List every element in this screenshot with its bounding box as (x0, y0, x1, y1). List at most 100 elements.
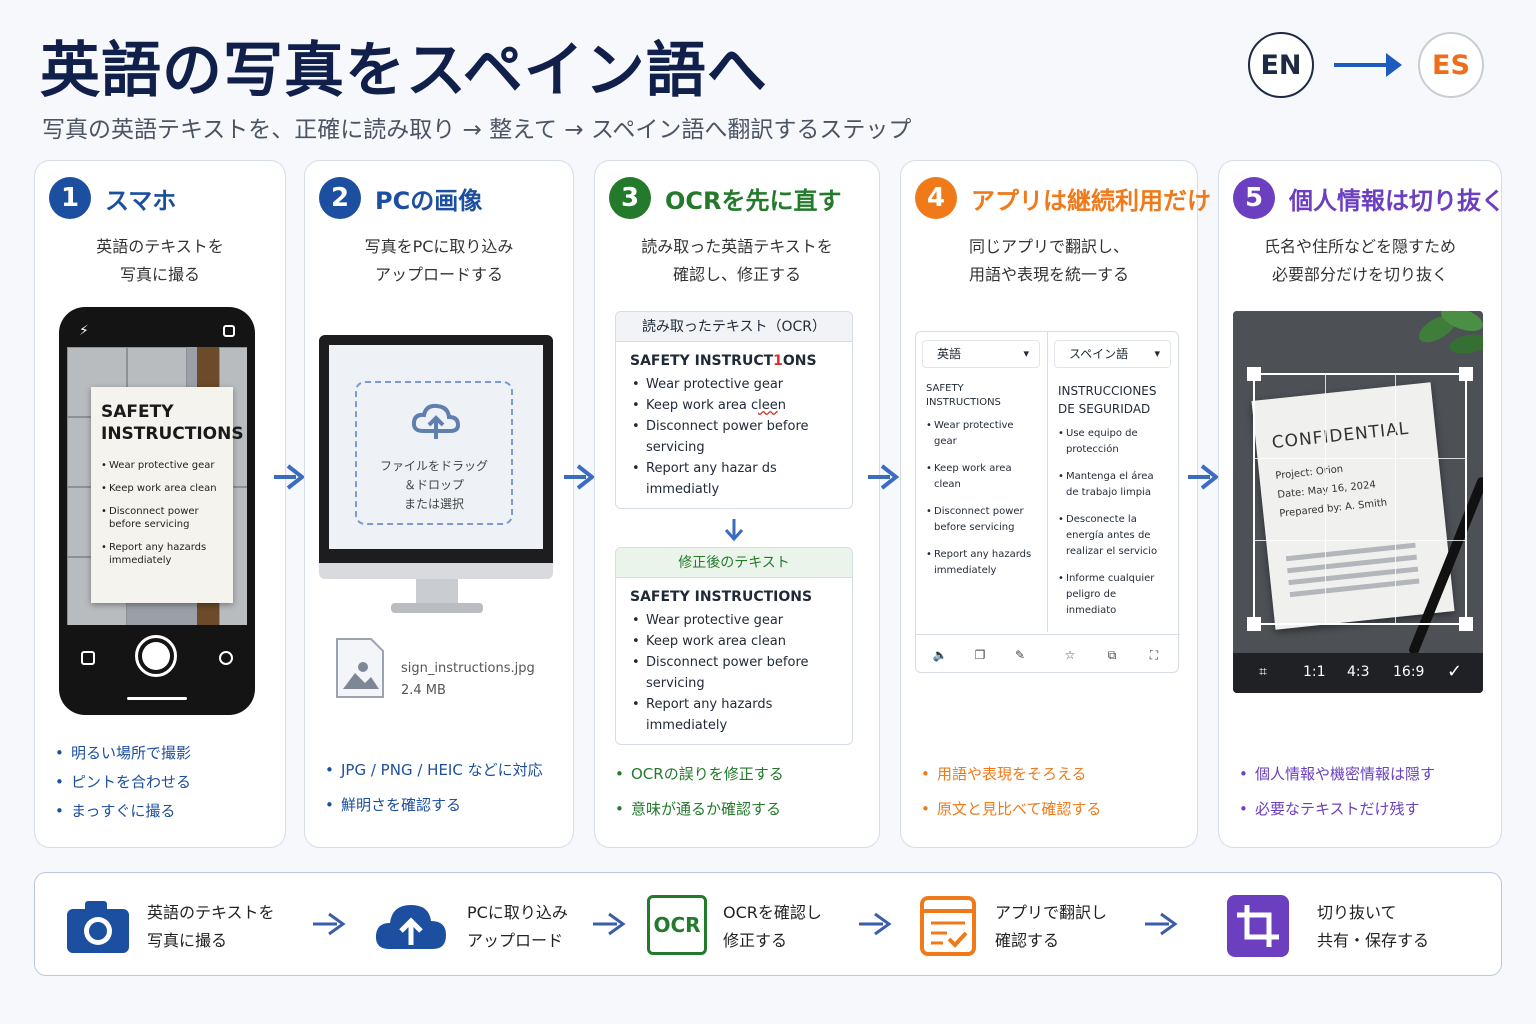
edit-icon[interactable]: ✎ (1012, 647, 1028, 663)
phone-mockup: ⚡ SAFETY INSTRUCTIONS Wear protective ge… (59, 307, 255, 715)
step-header: 4 アプリは継続利用だけ (915, 177, 1211, 219)
upload-screen: ファイルをドラッグ ＆ドロップ または選択 (329, 345, 543, 549)
uploaded-file[interactable]: sign_instructions.jpg 2.4 MB (335, 637, 545, 703)
step-tips: OCRの誤りを修正する 意味が通るか確認する (613, 757, 784, 827)
step-description: 同じアプリで翻訳し、 用語や表現を統一する (968, 237, 1129, 284)
flow-step-5-text: 切り抜いて 共有・保存する (1317, 903, 1430, 950)
arrow-right-icon (859, 912, 892, 936)
step-title: 個人情報は切り抜く (1289, 186, 1505, 215)
monitor-mockup: ファイルをドラッグ ＆ドロップ または選択 (319, 335, 553, 613)
copy-icon[interactable]: ❐ (972, 647, 988, 663)
step-number: 5 (1233, 177, 1275, 219)
crop-icon[interactable]: ⌗ (1259, 664, 1267, 680)
crop-handle[interactable] (1247, 617, 1261, 631)
step-title: OCRを先に直す (665, 186, 842, 215)
step-tips: 用語や表現をそろえる 原文と見比べて確認する (919, 757, 1101, 827)
page-subtitle: 写真の英語テキストを、正確に読み取り → 整えて → スペイン語へ翻訳するステッ… (42, 117, 912, 143)
upload-cloud-icon (375, 905, 446, 949)
step-card-3: 3 OCRを先に直す 読み取った英語テキストを 確認し、修正する 読み取ったテキ… (594, 160, 880, 848)
step-number: 4 (915, 177, 957, 219)
ocr-error: lee (758, 398, 778, 413)
step-card-4: 4 アプリは継続利用だけ 同じアプリで翻訳し、 用語や表現を統一する 英語 SA… (900, 160, 1211, 848)
crop-handle[interactable] (1459, 617, 1473, 631)
fullscreen-icon[interactable]: ⛶ (1146, 647, 1162, 663)
speaker-icon[interactable]: 🔈 (932, 647, 948, 663)
arrow-right-icon (593, 912, 626, 936)
arrow-right-icon (313, 912, 346, 936)
safety-sign: SAFETY INSTRUCTIONS Wear protective gear… (91, 387, 244, 603)
rotate-camera-icon[interactable] (219, 651, 233, 665)
arrow-right-icon (868, 464, 900, 490)
confirm-check-icon[interactable]: ✓ (1447, 661, 1462, 682)
arrow-right-icon (274, 464, 306, 490)
flow-step-2-text: PCに取り込み アップロード (467, 903, 568, 950)
lang-badge-source: EN (1248, 32, 1314, 98)
ratio-1-1-button[interactable]: 1:1 (1303, 664, 1326, 680)
step-tips: 明るい場所で撮影 ピントを合わせる まっすぐに撮る (53, 739, 191, 826)
source-column: 英語 SAFETY INSTRUCTIONS Wear protective g… (916, 332, 1046, 632)
ocr-raw-title: SAFETY INSTRUCT1ONS (630, 353, 817, 369)
gallery-icon[interactable] (81, 651, 95, 665)
step-description: 英語のテキストを 写真に撮る (96, 237, 224, 284)
target-title: INSTRUCCIONES DE SEGURIDAD (1058, 384, 1157, 416)
home-indicator (127, 697, 187, 700)
ocr-fixed-title: SAFETY INSTRUCTIONS (630, 589, 813, 605)
page-title: 英語の写真をスペイン語へ (40, 36, 768, 106)
step-title: アプリは継続利用だけ (971, 186, 1211, 215)
language-badges: EN ES (1248, 32, 1488, 100)
crop-handle[interactable] (1247, 367, 1261, 381)
step-header: 3 OCRを先に直す (609, 177, 842, 219)
translator-app: 英語 SAFETY INSTRUCTIONS Wear protective g… (915, 331, 1180, 673)
arrow-right-icon (1334, 53, 1402, 77)
lang-badge-target: ES (1418, 32, 1484, 98)
share-icon[interactable]: ⧉ (1104, 647, 1120, 663)
flow-step-3-text: OCRを確認し 修正する (723, 903, 822, 950)
ocr-icon: OCR (647, 895, 707, 955)
step-description: 写真をPCに取り込み アップロードする (364, 237, 514, 284)
step-tips: 個人情報や機密情報は隠す 必要なテキストだけ残す (1237, 757, 1435, 827)
ocr-fixed-panel: 修正後のテキスト SAFETY INSTRUCTIONS Wear protec… (615, 547, 853, 745)
crop-toolbar: ⌗ 1:1 4:3 16:9 ✓ (1233, 653, 1483, 693)
step-number: 3 (609, 177, 651, 219)
step-header: 1 スマホ (49, 177, 176, 219)
crop-editor: CONFIDENTIAL Project: Orion Date: May 16… (1233, 311, 1483, 693)
step-description: 氏名や住所などを隠すため 必要部分だけを切り抜く (1263, 237, 1456, 284)
camera-switch-icon (223, 325, 235, 337)
source-title: SAFETY INSTRUCTIONS (926, 383, 1001, 408)
drop-zone[interactable]: ファイルをドラッグ ＆ドロップ または選択 (355, 381, 513, 525)
plant-decoration (1418, 311, 1483, 354)
ocr-raw-header: 読み取ったテキスト（OCR） (616, 312, 852, 342)
file-name: sign_instructions.jpg (401, 661, 535, 676)
arrow-right-icon (1145, 912, 1178, 936)
ocr-fixed-header: 修正後のテキスト (616, 548, 852, 578)
step-card-1: 1 スマホ 英語のテキストを 写真に撮る ⚡ SAFETY INSTRUCTIO… (34, 160, 286, 848)
source-language-select[interactable]: 英語 (922, 340, 1040, 368)
arrow-down-icon (724, 519, 744, 542)
upload-cloud-icon (411, 403, 461, 439)
ratio-16-9-button[interactable]: 16:9 (1393, 664, 1424, 680)
step-number: 2 (319, 177, 361, 219)
ocr-raw-panel: 読み取ったテキスト（OCR） SAFETY INSTRUCT1ONS Wear … (615, 311, 853, 509)
target-column: スペイン語 INSTRUCCIONES DE SEGURIDAD Use equ… (1047, 332, 1177, 632)
image-file-icon (336, 638, 384, 698)
flow-step-1-text: 英語のテキストを 写真に撮る (147, 903, 275, 950)
shutter-button[interactable] (135, 635, 177, 677)
step-header: 5 個人情報は切り抜く (1233, 177, 1505, 219)
flash-icon: ⚡ (79, 323, 89, 339)
summary-flow: 英語のテキストを 写真に撮る PCに取り込み アップロード OCR OCRを確認… (34, 872, 1502, 976)
crop-frame[interactable] (1247, 367, 1473, 631)
camera-icon (67, 901, 129, 953)
step-number: 1 (49, 177, 91, 219)
step-title: PCの画像 (375, 186, 483, 215)
arrow-right-icon (1188, 464, 1220, 490)
step-tips: JPG / PNG / HEIC などに対応 鮮明さを確認する (323, 753, 543, 823)
star-icon[interactable]: ☆ (1062, 647, 1078, 663)
arrow-right-icon (564, 464, 596, 490)
step-title: スマホ (105, 186, 177, 215)
crop-icon (1227, 895, 1289, 957)
ratio-4-3-button[interactable]: 4:3 (1347, 664, 1370, 680)
target-language-select[interactable]: スペイン語 (1054, 340, 1171, 368)
crop-handle[interactable] (1459, 367, 1473, 381)
camera-viewfinder: SAFETY INSTRUCTIONS Wear protective gear… (67, 347, 247, 625)
step-description: 読み取った英語テキストを 確認し、修正する (641, 237, 833, 284)
